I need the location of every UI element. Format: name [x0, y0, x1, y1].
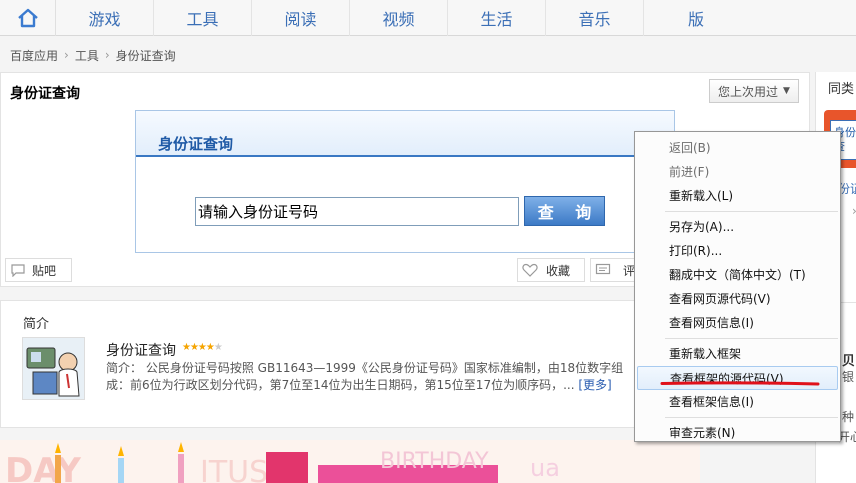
comment-icon	[595, 263, 611, 275]
favorite-button[interactable]: 收藏	[517, 258, 585, 282]
menu-forward[interactable]: 前进(F)	[635, 160, 840, 184]
intro-section: 简介 身份证查询 ★★★★★ 简介： 公民身份证号码按照 GB11643—199…	[0, 300, 700, 428]
home-icon	[17, 8, 38, 28]
id-query-widget: 身份证查询 查 询	[135, 110, 675, 253]
menu-reload[interactable]: 重新载入(L)	[635, 184, 840, 208]
red-underline-annotation	[660, 381, 820, 386]
breadcrumb: 百度应用 › 工具 › 身份证查询	[10, 46, 176, 64]
menu-translate[interactable]: 翻成中文（简体中文）(T)	[635, 263, 840, 287]
menu-divider	[665, 211, 838, 212]
menu-view-frame-info[interactable]: 查看框架信息(I)	[635, 390, 840, 414]
favorite-label: 收藏	[546, 263, 571, 278]
query-button[interactable]: 查 询	[524, 196, 605, 226]
tieba-button[interactable]: 贴吧	[5, 258, 72, 282]
breadcrumb-tools[interactable]: 工具	[75, 47, 99, 64]
right-more-chevron[interactable]: ›	[852, 204, 856, 218]
nav-more[interactable]: 版	[644, 0, 704, 36]
svg-text:DAY: DAY	[5, 451, 81, 483]
widget-header: 身份证查询	[136, 111, 674, 157]
menu-inspect-element[interactable]: 审查元素(N)	[635, 421, 840, 445]
right-text-2: 银	[842, 370, 855, 384]
widget-title: 身份证查询	[158, 135, 234, 153]
id-number-input[interactable]	[195, 197, 519, 226]
right-text-3: 种	[842, 410, 855, 424]
svg-text:ITUS: ITUS	[200, 455, 268, 483]
nav-tools[interactable]: 工具	[154, 0, 252, 36]
comment-button[interactable]: 评	[590, 258, 640, 282]
desc-text: 公民身份证号码按照 GB11643—1999《公民身份证号码》国家标准编制，由1…	[106, 361, 624, 392]
nav-games[interactable]: 游戏	[56, 0, 154, 36]
last-used-label: 您上次用过	[718, 84, 779, 99]
app-icon	[22, 337, 85, 400]
nav-video[interactable]: 视频	[350, 0, 448, 36]
chevron-right-icon: ›	[64, 48, 69, 62]
caret-down-icon: ▼	[783, 86, 790, 96]
menu-divider	[665, 338, 838, 339]
svg-text:ua: ua	[530, 454, 560, 482]
menu-save-as[interactable]: 另存为(A)...	[635, 215, 840, 239]
tieba-label: 贴吧	[32, 263, 57, 278]
desc-label: 简介：	[106, 361, 143, 375]
menu-reload-frame[interactable]: 重新载入框架	[635, 342, 840, 366]
top-nav: 游戏 工具 阅读 视频 生活 音乐 版	[0, 0, 856, 36]
home-button[interactable]	[0, 0, 56, 36]
nav-life[interactable]: 生活	[448, 0, 546, 36]
chevron-right-icon: ›	[104, 48, 110, 62]
nav-music[interactable]: 音乐	[546, 0, 644, 36]
speech-bubble-icon	[11, 264, 25, 277]
nav-more-label: 版	[687, 10, 704, 29]
context-menu: 返回(B) 前进(F) 重新载入(L) 另存为(A)... 打印(R)... 翻…	[634, 131, 841, 442]
app-name[interactable]: 身份证查询	[106, 340, 176, 360]
right-text-1: 贝	[842, 354, 856, 369]
page-title: 身份证查询	[10, 86, 80, 102]
svg-text:BIRTHDAY: BIRTHDAY	[380, 449, 489, 474]
similar-heading: 同类	[828, 82, 855, 97]
birthday-banner[interactable]: DAY ITUS BIRTHDAY ua	[0, 440, 700, 483]
intro-heading: 简介	[23, 317, 50, 332]
menu-view-page-source[interactable]: 查看网页源代码(V)	[635, 287, 840, 311]
breadcrumb-current: 身份证查询	[115, 48, 176, 63]
menu-back[interactable]: 返回(B)	[635, 136, 840, 160]
menu-print[interactable]: 打印(R)...	[635, 239, 840, 263]
heart-icon	[522, 263, 538, 277]
menu-view-frame-source[interactable]: 查看框架的源代码(V)	[637, 366, 838, 390]
menu-view-page-info[interactable]: 查看网页信息(I)	[635, 311, 840, 335]
menu-divider	[665, 417, 838, 418]
more-link[interactable]: [更多]	[578, 378, 611, 392]
rating-stars: ★★★★★	[182, 342, 223, 353]
intro-description: 简介： 公民身份证号码按照 GB11643—1999《公民身份证号码》国家标准编…	[106, 360, 636, 394]
breadcrumb-baidu-apps[interactable]: 百度应用	[10, 47, 58, 64]
last-used-dropdown[interactable]: 您上次用过 ▼	[709, 79, 799, 103]
nav-reading[interactable]: 阅读	[252, 0, 350, 36]
